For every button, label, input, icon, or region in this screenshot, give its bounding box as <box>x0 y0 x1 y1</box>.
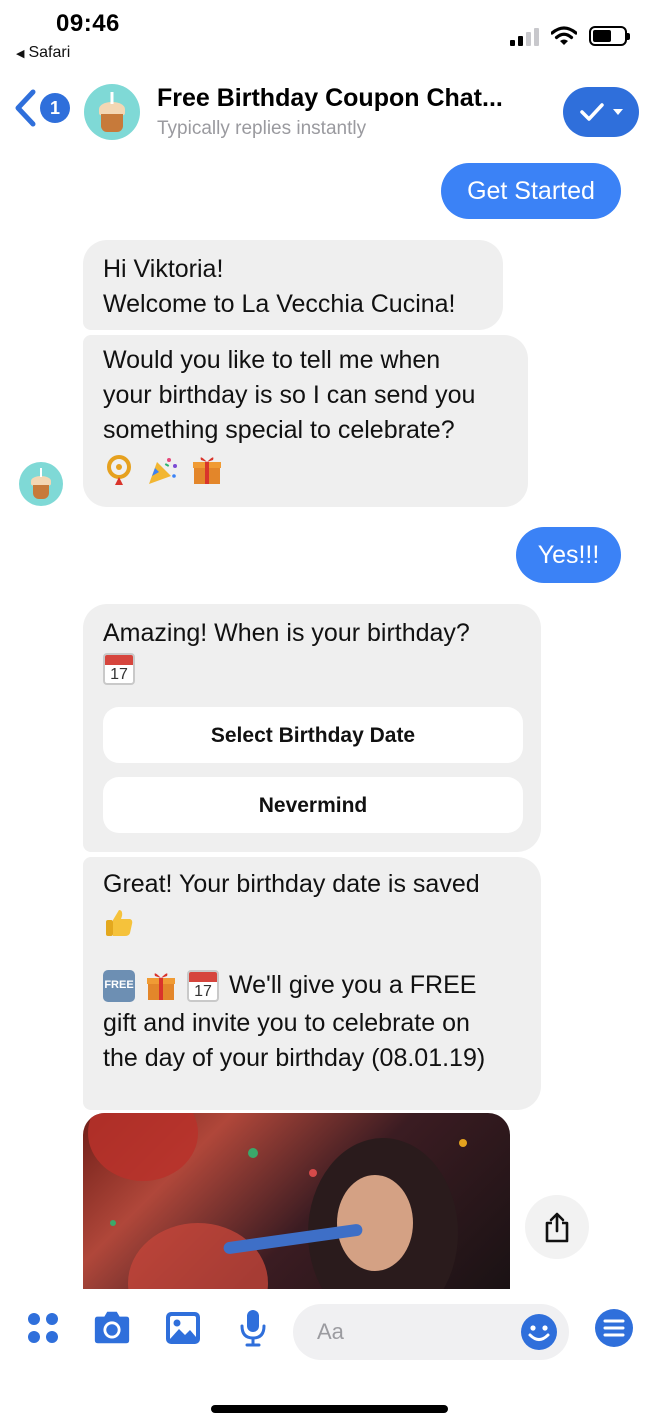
chat-subtitle: Typically replies instantly <box>157 118 367 139</box>
image-attachment[interactable] <box>83 1113 510 1289</box>
party-popper-icon <box>149 458 177 484</box>
nevermind-button[interactable]: Nevermind <box>103 777 523 833</box>
emoji-row <box>103 906 521 938</box>
incoming-message: Would you like to tell me when your birt… <box>83 335 528 507</box>
voice-message-button[interactable] <box>233 1308 273 1348</box>
calendar-icon: 17 <box>103 653 135 685</box>
message-line: Would you like to tell me when <box>103 346 441 374</box>
outgoing-message: Yes!!! <box>516 527 621 583</box>
chevron-down-icon <box>613 109 623 115</box>
unread-count-badge: 1 <box>40 93 70 123</box>
gallery-button[interactable] <box>163 1308 203 1348</box>
calendar-icon: 17 <box>187 969 219 1002</box>
grid-icon <box>28 1313 58 1343</box>
gift-icon <box>193 457 221 484</box>
incoming-message-with-buttons: Amazing! When is your birthday? 17 Selec… <box>83 604 541 852</box>
camera-icon <box>94 1311 130 1344</box>
incoming-message: Great! Your birthday date is saved FREE … <box>83 857 541 1110</box>
outgoing-message: Get Started <box>441 163 621 219</box>
battery-icon <box>589 26 630 46</box>
back-chevron-icon <box>15 89 36 127</box>
message-input[interactable]: Aa <box>293 1304 569 1360</box>
image-icon <box>166 1312 200 1344</box>
message-line: Hi Viktoria! <box>103 255 224 283</box>
message-line: something special to celebrate? <box>103 416 455 444</box>
message-line: Amazing! When is your birthday? <box>103 619 470 647</box>
message-line: your birthday is so I can send you <box>103 381 476 409</box>
cellular-signal-icon <box>510 28 539 46</box>
message-line: Great! Your birthday date is saved <box>103 870 480 898</box>
gift-icon <box>147 972 175 1000</box>
message-line: Welcome to La Vecchia Cucina! <box>103 290 456 318</box>
smiley-icon[interactable] <box>519 1312 559 1352</box>
gift-message-row: FREE 17 We'll give you a FREE <box>103 968 521 1003</box>
status-icons <box>510 24 630 46</box>
page-avatar[interactable] <box>84 84 140 140</box>
emoji-row: 17 <box>103 653 521 685</box>
chat-title[interactable]: Free Birthday Coupon Chat... <box>157 84 503 113</box>
back-to-safari-link[interactable]: ◀ Safari <box>16 44 70 62</box>
back-triangle-icon: ◀ <box>16 47 25 60</box>
party-photo <box>88 1113 467 1289</box>
free-badge-icon: FREE <box>103 969 135 1002</box>
message-input-placeholder: Aa <box>317 1319 344 1344</box>
share-icon <box>545 1212 569 1243</box>
more-apps-button[interactable] <box>23 1308 63 1348</box>
composer-bar: Aa <box>0 1290 659 1426</box>
emoji-row <box>103 454 508 486</box>
menu-icon <box>595 1309 633 1347</box>
microphone-icon <box>240 1310 266 1347</box>
status-time: 09:46 <box>56 10 120 37</box>
menu-button[interactable] <box>594 1308 634 1348</box>
back-app-label: Safari <box>28 44 71 61</box>
camera-button[interactable] <box>92 1308 132 1348</box>
incoming-message: Hi Viktoria! Welcome to La Vecchia Cucin… <box>83 240 503 330</box>
home-indicator[interactable] <box>211 1405 448 1413</box>
sender-avatar <box>19 462 63 506</box>
horn-icon <box>107 455 131 485</box>
header-action-button[interactable] <box>563 87 639 137</box>
checkmark-icon <box>580 103 604 121</box>
select-birthday-date-button[interactable]: Select Birthday Date <box>103 707 523 763</box>
message-line: the day of your birthday (08.01.19) <box>103 1044 486 1072</box>
share-button[interactable] <box>525 1195 589 1259</box>
thumbs-up-icon <box>106 910 133 936</box>
back-button[interactable]: 1 <box>12 88 70 128</box>
message-line: We'll give you a FREE <box>229 971 477 999</box>
chat-header: 1 Free Birthday Coupon Chat... Typically… <box>0 70 659 152</box>
message-line: gift and invite you to celebrate on <box>103 1009 470 1037</box>
wifi-icon <box>551 26 577 45</box>
